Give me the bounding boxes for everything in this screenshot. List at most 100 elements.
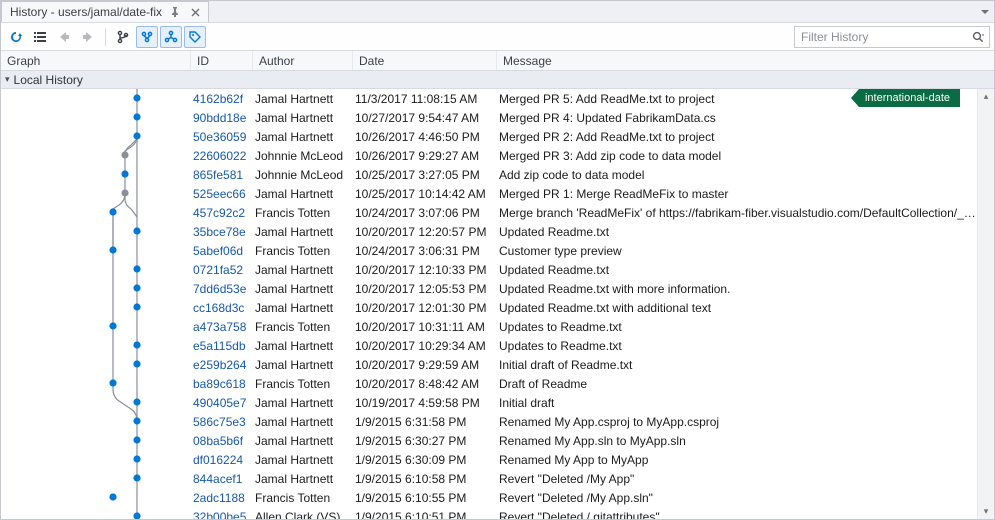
commit-message: Revert "Deleted /.gitattributes" — [497, 510, 977, 520]
commit-date: 10/20/2017 9:29:59 AM — [353, 358, 497, 372]
commit-author: Francis Totten — [253, 244, 353, 258]
scroll-up-icon[interactable]: ▴ — [984, 91, 989, 102]
commit-message: Initial draft — [497, 396, 977, 410]
commit-id[interactable]: 4162b62f — [191, 92, 253, 106]
commit-author: Jamal Hartnett — [253, 358, 353, 372]
nav-back-button — [53, 26, 75, 48]
commit-message: Merged PR 4: Updated FabrikamData.cs — [497, 111, 977, 125]
filter-placeholder: Filter History — [801, 30, 969, 44]
branch-badge-label: international-date — [865, 92, 950, 104]
commit-id[interactable]: df016224 — [191, 453, 253, 467]
tab-title: History - users/jamal/date-fix — [10, 5, 162, 19]
commit-date: 10/27/2017 9:54:47 AM — [353, 111, 497, 125]
commit-message: Revert "Deleted /My App" — [497, 472, 977, 486]
commit-author: Francis Totten — [253, 206, 353, 220]
commit-id[interactable]: e5a115db — [191, 339, 253, 353]
commit-author: Jamal Hartnett — [253, 339, 353, 353]
commit-date: 10/20/2017 12:10:33 PM — [353, 263, 497, 277]
collapse-icon: ▾ — [5, 74, 10, 85]
commit-id[interactable]: 32b00be5 — [191, 510, 253, 520]
show-tags-button[interactable] — [184, 26, 206, 48]
pin-icon[interactable] — [168, 5, 182, 19]
commit-author: Jamal Hartnett — [253, 92, 353, 106]
col-date[interactable]: Date — [353, 51, 497, 70]
commit-id[interactable]: e259b264 — [191, 358, 253, 372]
commit-author: Jamal Hartnett — [253, 453, 353, 467]
commit-message: Updated Readme.txt — [497, 263, 977, 277]
list-view-button[interactable] — [29, 26, 51, 48]
commit-id[interactable]: 90bdd18e — [191, 111, 253, 125]
commit-date: 10/20/2017 10:29:34 AM — [353, 339, 497, 353]
col-id[interactable]: ID — [191, 51, 253, 70]
commit-author: Jamal Hartnett — [253, 263, 353, 277]
branch-badge[interactable]: international-date — [851, 89, 960, 107]
commit-message: Updates to Readme.txt — [497, 339, 977, 353]
commit-author: Jamal Hartnett — [253, 111, 353, 125]
commit-author: Johnnie McLeod — [253, 168, 353, 182]
commit-id[interactable]: 35bce78e — [191, 225, 253, 239]
commit-id[interactable]: ba89c618 — [191, 377, 253, 391]
commit-date: 10/20/2017 8:48:42 AM — [353, 377, 497, 391]
commit-author: Jamal Hartnett — [253, 187, 353, 201]
close-icon[interactable] — [188, 5, 202, 19]
col-message[interactable]: Message — [497, 51, 994, 70]
refresh-button[interactable] — [5, 26, 27, 48]
commit-id[interactable]: a473a758 — [191, 320, 253, 334]
vertical-scrollbar[interactable]: ▴ ▾ — [977, 89, 994, 519]
tab-history[interactable]: History - users/jamal/date-fix — [1, 1, 209, 22]
commit-date: 1/9/2015 6:10:55 PM — [353, 491, 497, 505]
commit-id[interactable]: 844acef1 — [191, 472, 253, 486]
commit-date: 10/25/2017 10:14:42 AM — [353, 187, 497, 201]
commit-id[interactable]: 2adc1188 — [191, 491, 253, 505]
commit-date: 10/20/2017 12:01:30 PM — [353, 301, 497, 315]
graph-full-button[interactable] — [160, 26, 182, 48]
commit-date: 1/9/2015 6:31:58 PM — [353, 415, 497, 429]
commit-date: 10/26/2017 4:46:50 PM — [353, 130, 497, 144]
commit-author: Jamal Hartnett — [253, 434, 353, 448]
col-author[interactable]: Author — [253, 51, 353, 70]
commit-id[interactable]: 22606022 — [191, 149, 253, 163]
commit-message: Updates to Readme.txt — [497, 320, 977, 334]
commit-author: Jamal Hartnett — [253, 472, 353, 486]
commit-date: 10/24/2017 3:06:31 PM — [353, 244, 497, 258]
commit-id[interactable]: 08ba5b6f — [191, 434, 253, 448]
commit-message: Customer type preview — [497, 244, 977, 258]
commit-id[interactable]: 490405e7 — [191, 396, 253, 410]
commit-id[interactable]: 0721fa52 — [191, 263, 253, 277]
commit-message: Initial draft of Readme.txt — [497, 358, 977, 372]
commit-author: Jamal Hartnett — [253, 282, 353, 296]
commit-graph — [1, 89, 191, 519]
commit-message: Add zip code to data model — [497, 168, 977, 182]
commit-message: Revert "Deleted /My App.sln" — [497, 491, 977, 505]
commit-id[interactable]: cc168d3c — [191, 301, 253, 315]
section-title: Local History — [14, 73, 83, 87]
graph-simple-button[interactable] — [136, 26, 158, 48]
commit-id[interactable]: 5abef06d — [191, 244, 253, 258]
section-local-history[interactable]: ▾ Local History — [1, 71, 994, 89]
commit-date: 10/20/2017 12:05:53 PM — [353, 282, 497, 296]
commit-id[interactable]: 865fe581 — [191, 168, 253, 182]
commit-author: Jamal Hartnett — [253, 225, 353, 239]
scroll-down-icon[interactable]: ▾ — [984, 506, 989, 517]
commit-list: international-date 4162b62fJamal Hartnet… — [1, 89, 994, 519]
commit-date: 10/25/2017 3:27:05 PM — [353, 168, 497, 182]
column-headers: Graph ID Author Date Message — [1, 51, 994, 71]
commit-id[interactable]: 457c92c2 — [191, 206, 253, 220]
commit-date: 1/9/2015 6:30:09 PM — [353, 453, 497, 467]
col-graph[interactable]: Graph — [1, 51, 191, 70]
history-window: History - users/jamal/date-fix — [0, 0, 995, 520]
commit-id[interactable]: 50e36059 — [191, 130, 253, 144]
commit-id[interactable]: 525eec66 — [191, 187, 253, 201]
branch-button[interactable] — [112, 26, 134, 48]
commit-message: Renamed My App.csproj to MyApp.csproj — [497, 415, 977, 429]
commit-author: Francis Totten — [253, 320, 353, 334]
filter-history-input[interactable]: Filter History — [794, 26, 990, 48]
search-icon[interactable] — [969, 30, 987, 44]
commit-author: Johnnie McLeod — [253, 149, 353, 163]
commit-id[interactable]: 586c75e3 — [191, 415, 253, 429]
tab-overflow-button[interactable] — [976, 1, 994, 22]
commit-date: 11/3/2017 11:08:15 AM — [353, 92, 497, 106]
tab-bar: History - users/jamal/date-fix — [1, 1, 994, 23]
commit-id[interactable]: 7dd6d53e — [191, 282, 253, 296]
commit-date: 10/24/2017 3:07:06 PM — [353, 206, 497, 220]
